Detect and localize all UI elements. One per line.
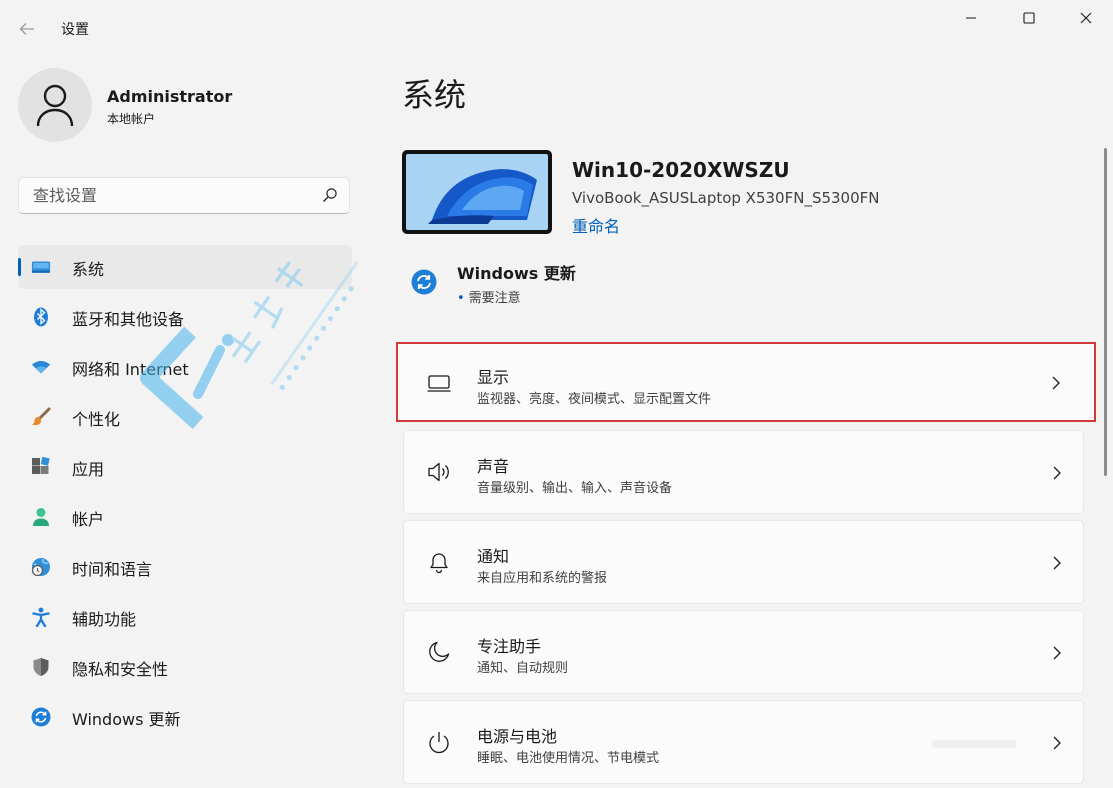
search-icon[interactable] [322,187,338,203]
bluetooth-icon [31,307,51,327]
title-bar: 设置 [0,0,1113,56]
globe-clock-icon [31,557,51,577]
notifications-settings-card[interactable]: 通知 来自应用和系统的警报 [403,520,1084,604]
back-arrow-icon [19,23,34,35]
accessibility-icon [31,607,51,627]
search-input[interactable] [31,185,305,206]
sidebar-item-personalization[interactable]: 个性化 [18,395,352,439]
card-title: 电源与电池 [477,727,558,746]
card-description: 通知、自动规则 [477,661,569,676]
device-model: VivoBook_ASUSLaptop X530FN_S5300FN [572,189,880,207]
card-description: 睡眠、电池使用情况、节电模式 [477,751,660,766]
sidebar-item-windows-update[interactable]: Windows 更新 [18,695,352,739]
windows-update-icon[interactable] [411,269,437,295]
card-title: 专注助手 [477,637,542,656]
close-icon [1080,12,1092,24]
update-icon [31,707,51,727]
display-icon [427,375,451,392]
moon-icon [429,641,450,662]
monitor-icon [31,257,51,277]
sidebar-item-accessibility[interactable]: 辅助功能 [18,595,352,639]
back-button[interactable] [14,16,40,42]
card-description: 监视器、亮度、夜间模式、显示配置文件 [477,392,712,407]
card-title: 显示 [477,368,510,387]
maximize-button[interactable] [1006,6,1052,30]
minimize-icon [966,17,976,19]
card-description: 音量级别、输出、输入、声音设备 [477,481,673,496]
windows-update-status: • 需要注意 [457,287,521,306]
sidebar-item-label: 网络和 Internet [72,360,189,379]
profile-name: Administrator [107,87,233,106]
speaker-icon [428,462,449,482]
device-wallpaper-thumbnail [402,150,552,234]
sidebar-item-label: 时间和语言 [72,560,153,579]
avatar[interactable] [18,68,92,142]
brush-icon [31,407,51,427]
sidebar-item-label: 个性化 [72,410,121,429]
person-icon [31,507,51,527]
sidebar-item-privacy[interactable]: 隐私和安全性 [18,645,352,689]
card-description: 来自应用和系统的警报 [477,571,608,586]
sidebar-item-label: 辅助功能 [72,610,137,629]
profile-account-type: 本地帐户 [107,112,156,126]
status-text: 需要注意 [468,291,521,306]
focus-assist-settings-card[interactable]: 专注助手 通知、自动规则 [403,610,1084,694]
sidebar-item-bluetooth[interactable]: 蓝牙和其他设备 [18,295,352,339]
sidebar-item-label: 隐私和安全性 [72,660,169,679]
scrollbar[interactable] [1104,148,1107,476]
chevron-right-icon [1052,376,1060,390]
chevron-right-icon [1053,736,1061,750]
sidebar-item-time-language[interactable]: 时间和语言 [18,545,352,589]
user-icon [36,84,74,127]
bell-icon [430,553,448,574]
wifi-icon [31,357,51,377]
display-settings-card[interactable]: 显示 监视器、亮度、夜间模式、显示配置文件 [396,342,1096,422]
sidebar-item-label: 系统 [72,260,105,279]
card-title: 通知 [477,547,510,566]
overlay-smudge [932,740,1016,748]
apps-icon [31,457,51,477]
sound-settings-card[interactable]: 声音 音量级别、输出、输入、声音设备 [403,430,1084,514]
sidebar-item-label: 应用 [72,460,105,479]
sidebar-item-network[interactable]: 网络和 Internet [18,345,352,389]
rename-link[interactable]: 重命名 [572,213,620,237]
active-indicator [18,258,21,276]
device-name: Win10-2020XWSZU [572,158,790,182]
sidebar-item-accounts[interactable]: 帐户 [18,495,352,539]
card-title: 声音 [477,457,510,476]
minimize-button[interactable] [948,6,994,30]
close-button[interactable] [1063,6,1109,30]
chevron-right-icon [1053,646,1061,660]
status-dot: • [457,291,465,306]
search-box[interactable] [18,177,350,214]
sidebar-item-label: 帐户 [72,510,105,529]
windows-update-title[interactable]: Windows 更新 [457,260,576,284]
app-title: 设置 [61,22,89,38]
sidebar-item-label: Windows 更新 [72,710,181,729]
sidebar-item-system[interactable]: 系统 [18,245,352,289]
power-icon [429,732,449,754]
sidebar-item-label: 蓝牙和其他设备 [72,310,185,329]
sidebar-item-apps[interactable]: 应用 [18,445,352,489]
chevron-right-icon [1053,466,1061,480]
chevron-right-icon [1053,556,1061,570]
maximize-icon [1023,12,1035,24]
shield-icon [31,657,51,677]
page-title: 系统 [402,76,467,114]
